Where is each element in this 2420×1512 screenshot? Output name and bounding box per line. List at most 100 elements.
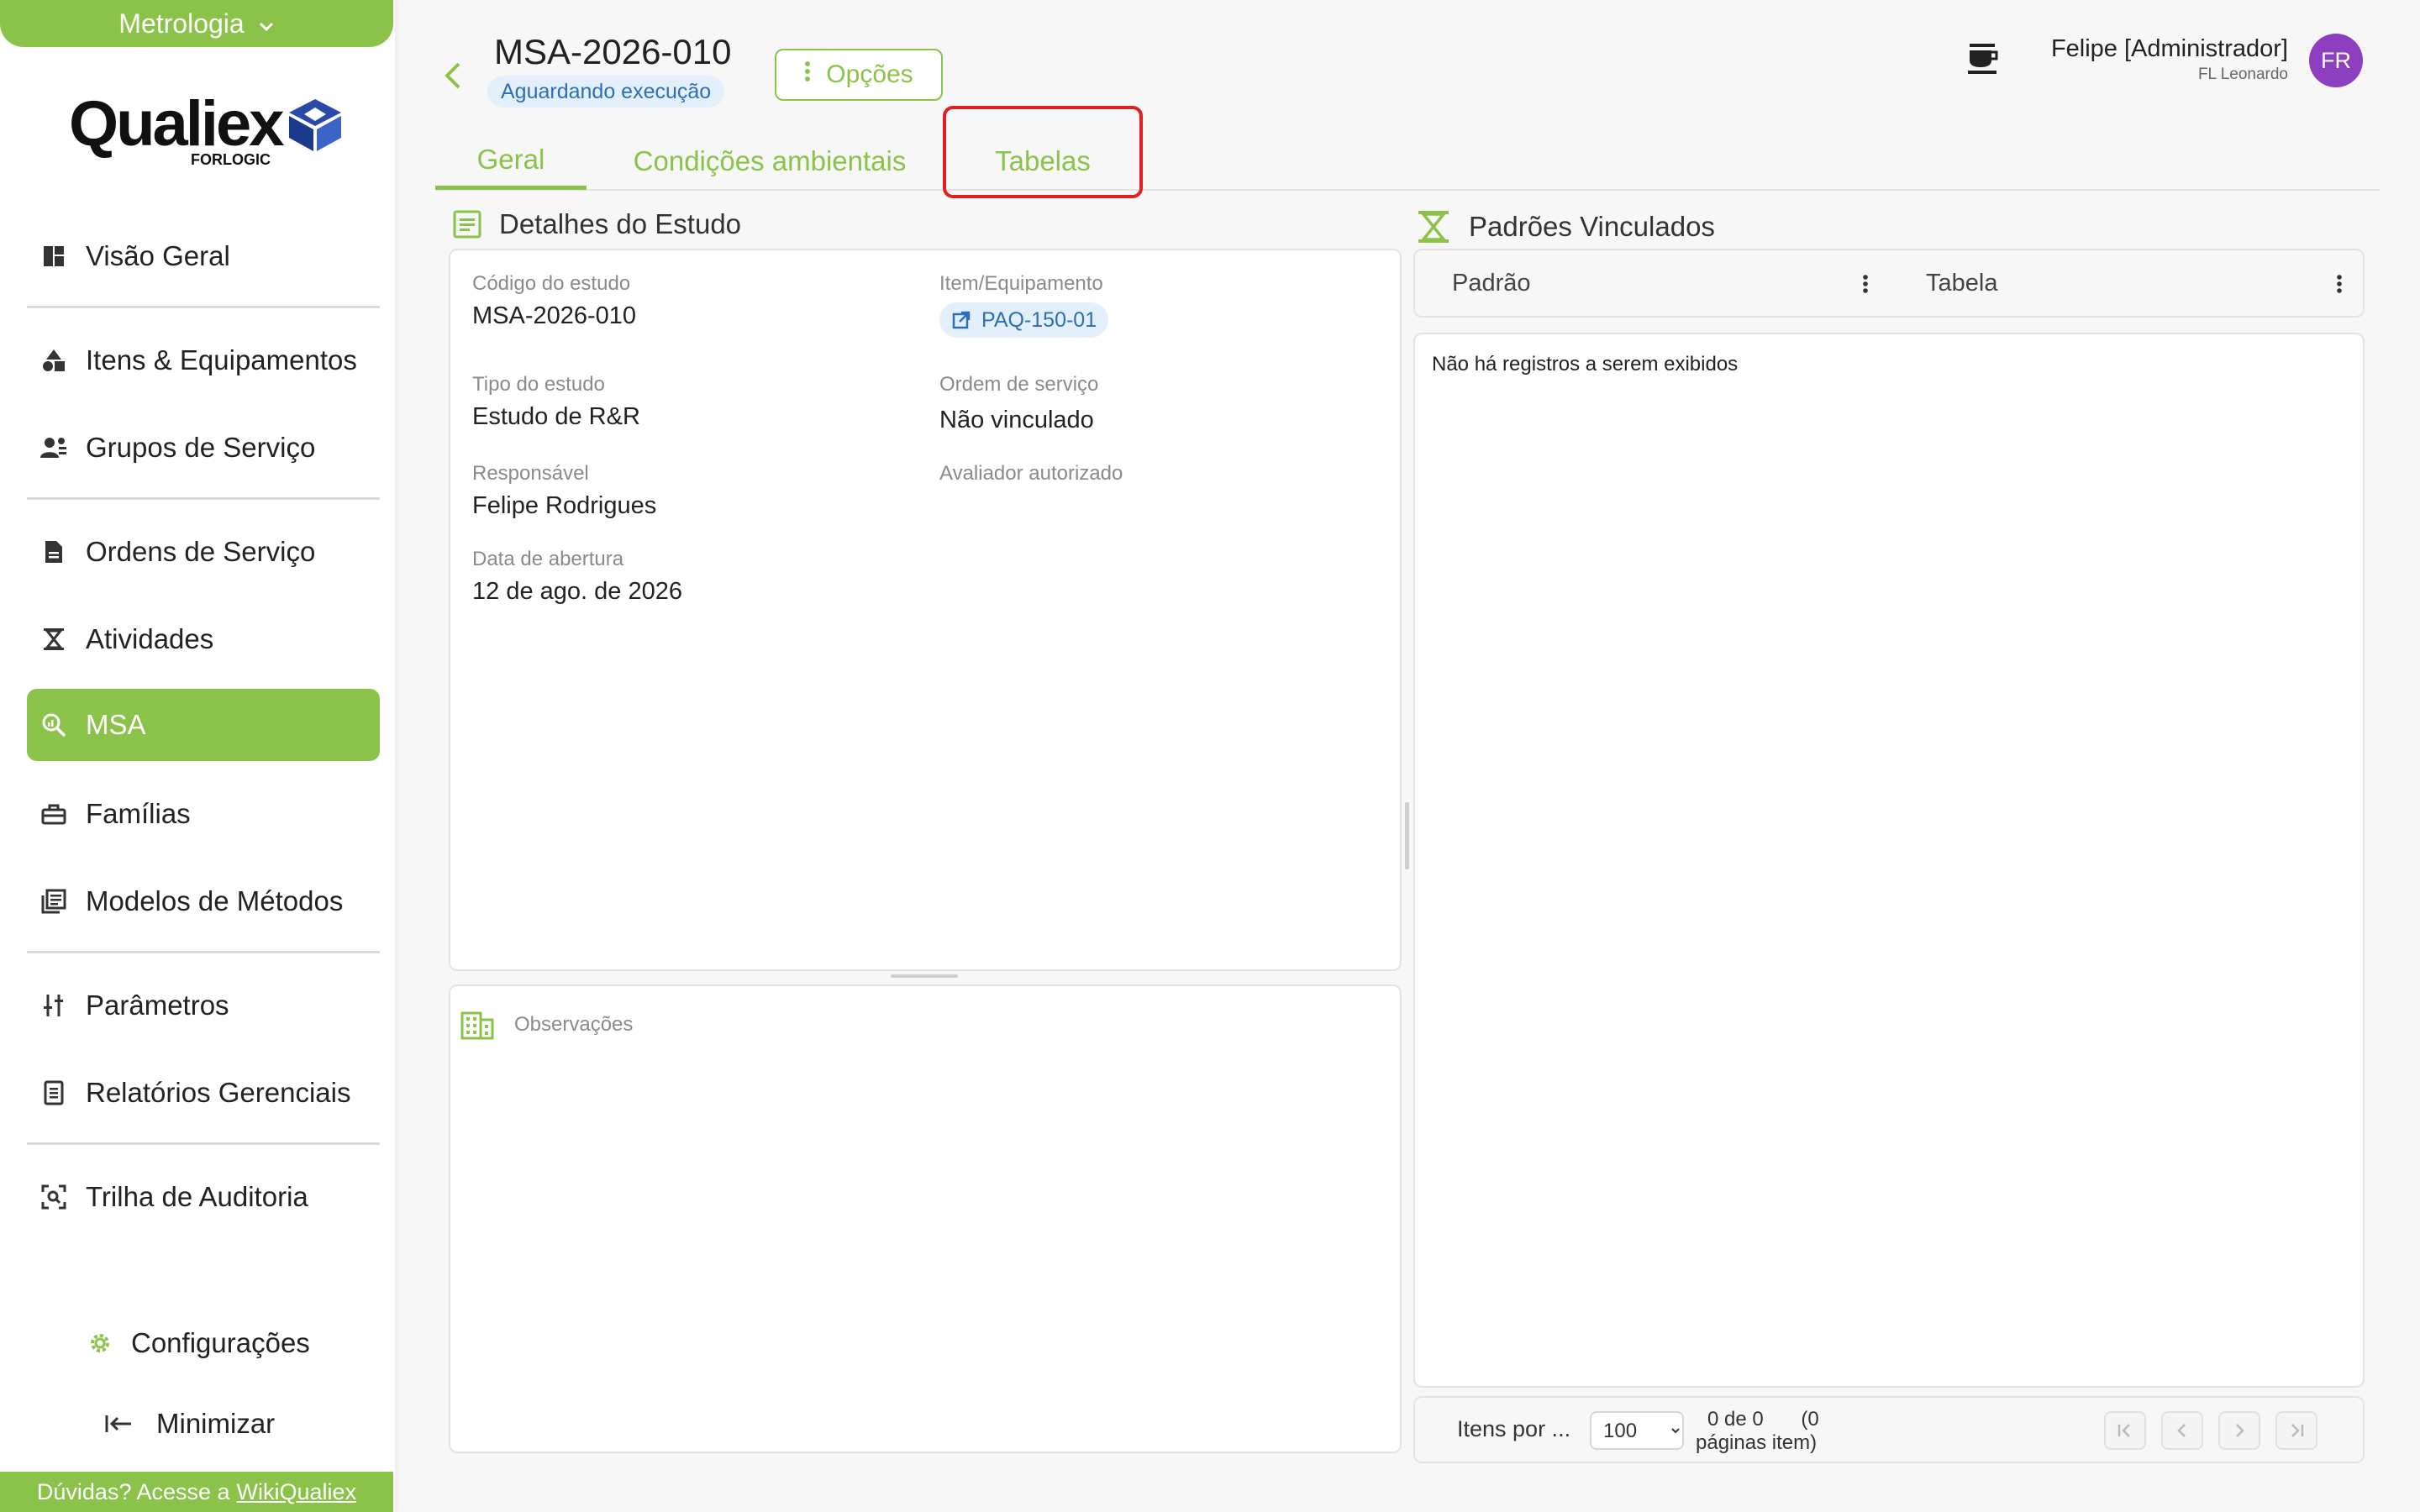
sidebar-item-parametros[interactable]: Parâmetros — [27, 969, 380, 1042]
panel-resize-handle[interactable] — [891, 974, 958, 978]
sidebar-item-relatorios[interactable]: Relatórios Gerenciais — [27, 1057, 380, 1129]
column-resize-handle[interactable] — [1405, 802, 1409, 869]
chevron-down-icon — [258, 8, 275, 39]
logo-brand: Qualiex — [69, 88, 285, 160]
responsavel-value: Felipe Rodrigues — [472, 492, 657, 519]
sidebar-item-familias[interactable]: Famílias — [27, 778, 380, 850]
sidebar-item-label: Visão Geral — [86, 240, 230, 271]
sidebar-item-grupos-servico[interactable]: Grupos de Serviço — [27, 412, 380, 484]
audit-icon — [39, 1182, 69, 1212]
tab-geral[interactable]: Geral — [435, 133, 587, 190]
more-vertical-icon — [804, 60, 811, 89]
sidebar-item-modelos-metodos[interactable]: Modelos de Métodos — [27, 865, 380, 937]
avatar[interactable]: FR — [2309, 34, 2363, 87]
sidebar-item-label: MSA — [86, 709, 146, 740]
items-per-page-label: Itens por ... — [1457, 1416, 1571, 1441]
settings-link[interactable]: Configurações — [87, 1327, 310, 1359]
last-page-button[interactable] — [2275, 1411, 2317, 1450]
status-badge: Aguardando execução — [487, 76, 725, 108]
options-button[interactable]: Opções — [775, 49, 943, 101]
group-icon — [39, 433, 69, 463]
padroes-section-title: Padrões Vinculados — [1415, 208, 1715, 245]
sliders-icon — [39, 990, 69, 1021]
data-abertura-label: Data de abertura — [472, 548, 624, 570]
page-size-select[interactable]: 100 — [1590, 1411, 1684, 1450]
responsavel-label: Responsável — [472, 462, 589, 485]
chevron-left-icon — [2174, 1422, 2191, 1439]
last-page-icon — [2287, 1422, 2306, 1439]
report-icon — [39, 1078, 69, 1108]
nav-divider — [27, 497, 380, 500]
module-label: Metrologia — [118, 8, 245, 39]
first-page-button[interactable] — [2104, 1411, 2146, 1450]
chevron-left-icon — [439, 62, 469, 96]
analytics-icon — [39, 710, 69, 740]
next-page-button[interactable] — [2218, 1411, 2260, 1450]
ordem-label: Ordem de serviço — [939, 373, 1099, 396]
help-text: Dúvidas? Acesse a — [36, 1478, 230, 1504]
empty-message: Não há registros a serem exibidos — [1432, 353, 1739, 375]
column-header-tabela[interactable]: Tabela — [1926, 250, 1997, 316]
sidebar-item-msa[interactable]: MSA — [27, 689, 380, 761]
page-count-line2: páginas item) — [1696, 1431, 1818, 1454]
sidebar-item-trilha-auditoria[interactable]: Trilha de Auditoria — [27, 1161, 380, 1233]
sidebar-item-label: Itens & Equipamentos — [86, 344, 357, 375]
details-section-title: Detalhes do Estudo — [452, 208, 741, 240]
first-page-icon — [2116, 1422, 2134, 1439]
user-org: FL Leonardo — [2197, 66, 2288, 83]
details-title-text: Detalhes do Estudo — [499, 208, 742, 239]
shapes-icon — [39, 345, 69, 375]
padroes-table-body: Não há registros a serem exibidos — [1413, 333, 2365, 1388]
item-equipment-link[interactable]: PAQ-150-01 — [939, 302, 1109, 338]
tipo-value: Estudo de R&R — [472, 403, 640, 430]
more-vertical-icon[interactable] — [2331, 269, 2348, 299]
library-icon — [39, 886, 69, 916]
wiki-link[interactable]: WikiQualiex — [237, 1479, 357, 1505]
sidebar-item-label: Trilha de Auditoria — [86, 1181, 308, 1212]
tab-tabelas[interactable]: Tabelas — [953, 133, 1133, 190]
sidebar-item-atividades[interactable]: Atividades — [27, 603, 380, 675]
logo-mark-icon — [287, 97, 343, 157]
nav-divider — [27, 1142, 380, 1145]
module-selector[interactable]: Metrologia — [0, 0, 393, 47]
sidebar-item-label: Modelos de Métodos — [86, 885, 344, 916]
more-vertical-icon[interactable] — [1857, 269, 1874, 299]
nav-divider — [27, 306, 380, 308]
tipo-label: Tipo do estudo — [472, 373, 605, 396]
observacoes-card: Observações — [449, 984, 1402, 1453]
toolbox-icon — [39, 799, 69, 829]
details-card: Código do estudo MSA-2026-010 Item/Equip… — [449, 249, 1402, 971]
padroes-table-header: Padrão Tabela — [1413, 249, 2365, 318]
sidebar-item-label: Ordens de Serviço — [86, 536, 316, 567]
back-button[interactable] — [439, 59, 469, 92]
sidebar-item-label: Relatórios Gerenciais — [86, 1077, 351, 1108]
sidebar: Metrologia Qualiex FORLOGIC Visão Geral … — [0, 0, 395, 1512]
column-header-padrao[interactable]: Padrão — [1452, 250, 1531, 316]
data-abertura-value: 12 de ago. de 2026 — [472, 578, 682, 605]
sidebar-item-itens-equipamentos[interactable]: Itens & Equipamentos — [27, 324, 380, 396]
prev-page-button[interactable] — [2161, 1411, 2203, 1450]
gear-icon — [87, 1331, 113, 1356]
building-icon — [460, 1008, 494, 1040]
page-title: MSA-2026-010 — [494, 32, 732, 71]
codigo-value: MSA-2026-010 — [472, 302, 637, 329]
codigo-label: Código do estudo — [472, 272, 631, 295]
hourglass-icon — [1415, 208, 1452, 245]
logo-sub: FORLOGIC — [191, 151, 271, 168]
user-name: Felipe [Administrador] — [2050, 35, 2288, 62]
document-icon — [39, 537, 69, 567]
sidebar-item-visao-geral[interactable]: Visão Geral — [27, 220, 380, 292]
minimize-label: Minimizar — [156, 1408, 276, 1439]
sidebar-item-ordens-servico[interactable]: Ordens de Serviço — [27, 516, 380, 588]
minimize-button[interactable]: Minimizar — [104, 1408, 275, 1440]
observacoes-label[interactable]: Observações — [514, 1013, 633, 1037]
options-label: Opções — [826, 60, 913, 88]
page-count-line1: 0 de 0 — [1707, 1408, 1764, 1431]
help-bar: Dúvidas? Acesse a WikiQualiex — [0, 1472, 393, 1512]
sidebar-item-label: Grupos de Serviço — [86, 432, 316, 463]
collapse-icon — [104, 1414, 133, 1434]
settings-label: Configurações — [131, 1327, 310, 1358]
tab-condicoes-ambientais[interactable]: Condições ambientais — [612, 133, 928, 190]
coffee-icon[interactable] — [1965, 40, 2000, 77]
sidebar-item-label: Parâmetros — [86, 990, 229, 1021]
